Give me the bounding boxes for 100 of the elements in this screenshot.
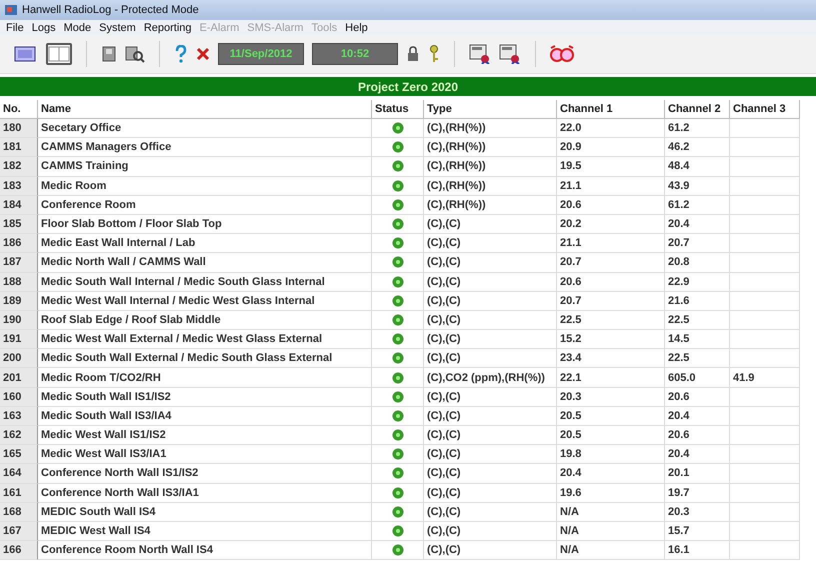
table-cell: Conference North Wall IS3/IA1 bbox=[38, 484, 372, 503]
column-header[interactable]: Channel 2 bbox=[665, 100, 730, 119]
table-cell: CAMMS Training bbox=[38, 157, 372, 177]
table-cell: 20.5 bbox=[557, 406, 665, 426]
status-icon bbox=[392, 544, 404, 556]
column-header[interactable]: Name bbox=[38, 100, 372, 119]
table-cell: Medic West Wall IS1/IS2 bbox=[38, 426, 372, 446]
column-header[interactable]: Channel 1 bbox=[557, 100, 665, 119]
menu-item[interactable]: Mode bbox=[64, 22, 92, 34]
close-icon[interactable] bbox=[196, 45, 210, 63]
table-cell: 20.6 bbox=[557, 272, 665, 292]
table-cell: 19.8 bbox=[557, 445, 665, 464]
row-number: 165 bbox=[0, 445, 38, 464]
status-icon bbox=[392, 294, 404, 307]
table-cell: Medic North Wall / CAMMS Wall bbox=[38, 253, 372, 272]
key-icon[interactable] bbox=[428, 45, 440, 63]
column-header[interactable]: No. bbox=[0, 100, 38, 119]
table-cell: (C),(C) bbox=[424, 234, 557, 254]
table-cell: 20.3 bbox=[557, 388, 665, 407]
menu-item[interactable]: System bbox=[99, 22, 136, 34]
table-cell bbox=[730, 138, 800, 158]
table-cell: 21.1 bbox=[557, 234, 665, 254]
table-cell: Conference North Wall IS1/IS2 bbox=[38, 464, 372, 484]
table-cell bbox=[730, 464, 800, 484]
status-icon bbox=[392, 180, 404, 192]
table-cell: (C),(C) bbox=[424, 522, 557, 542]
table-cell bbox=[730, 502, 800, 522]
window-title: Hanwell RadioLog - Protected Mode bbox=[22, 4, 199, 16]
padlock-icon[interactable] bbox=[406, 45, 420, 63]
table-cell: 43.9 bbox=[665, 176, 730, 196]
project-banner: Project Zero 2020 bbox=[0, 77, 816, 96]
table-cell: (C),(C) bbox=[424, 349, 557, 368]
row-number: 183 bbox=[0, 176, 38, 196]
row-number: 162 bbox=[0, 426, 38, 446]
save-icon[interactable] bbox=[101, 45, 117, 63]
table-cell: (C),(C) bbox=[424, 310, 557, 330]
column-header[interactable]: Type bbox=[424, 100, 557, 119]
status-icon bbox=[392, 314, 404, 326]
row-number: 188 bbox=[0, 272, 38, 292]
table-cell bbox=[730, 119, 800, 138]
status-icon bbox=[392, 276, 404, 288]
alarm-clock-icon[interactable] bbox=[550, 45, 574, 63]
help-icon[interactable] bbox=[174, 45, 188, 63]
table-cell: (C),(RH(%)) bbox=[424, 119, 557, 138]
status-icon bbox=[392, 448, 404, 460]
status-icon bbox=[392, 141, 404, 154]
document-ribbon-icon[interactable] bbox=[469, 44, 491, 64]
column-header[interactable]: Status bbox=[372, 100, 424, 119]
table-cell: Medic South Wall External / Medic South Glass External bbox=[38, 349, 372, 368]
status-icon bbox=[392, 525, 404, 538]
table-cell: 21.1 bbox=[557, 176, 665, 196]
menu-item[interactable]: Help bbox=[345, 22, 368, 34]
table-cell: CAMMS Managers Office bbox=[38, 138, 372, 158]
document-ribbon-icon[interactable] bbox=[499, 44, 521, 64]
menu-item[interactable]: File bbox=[6, 22, 24, 34]
table-cell: (C),(C) bbox=[424, 272, 557, 292]
row-number: 161 bbox=[0, 484, 38, 503]
row-number: 190 bbox=[0, 310, 38, 330]
row-number: 168 bbox=[0, 502, 38, 522]
table-cell: 22.5 bbox=[557, 310, 665, 330]
table-cell: (C),(C) bbox=[424, 292, 557, 311]
row-number: 185 bbox=[0, 214, 38, 234]
table-cell bbox=[730, 349, 800, 368]
table-cell: (C),(C) bbox=[424, 253, 557, 272]
date-display: 11/Sep/2012 bbox=[218, 43, 304, 65]
status-icon bbox=[392, 467, 404, 480]
menu-item[interactable]: Logs bbox=[32, 22, 56, 34]
table-cell: 22.0 bbox=[557, 119, 665, 138]
row-number: 163 bbox=[0, 406, 38, 426]
table-cell: MEDIC South Wall IS4 bbox=[38, 502, 372, 522]
table-cell: 20.5 bbox=[557, 426, 665, 446]
table-cell: N/A bbox=[557, 541, 665, 560]
table-cell: 20.8 bbox=[665, 253, 730, 272]
row-number: 182 bbox=[0, 157, 38, 177]
row-number: 166 bbox=[0, 541, 38, 560]
status-icon bbox=[392, 256, 404, 268]
table-cell: (C),(RH(%)) bbox=[424, 157, 557, 177]
table-cell: Medic West Wall Internal / Medic West Glass Internal bbox=[38, 292, 372, 311]
table-cell: Medic West Wall External / Medic West Glass External bbox=[38, 330, 372, 350]
table-cell: 20.4 bbox=[665, 406, 730, 426]
table-cell bbox=[730, 214, 800, 234]
table-cell: 20.1 bbox=[665, 464, 730, 484]
table-cell: (C),(RH(%)) bbox=[424, 176, 557, 196]
table-cell: 48.4 bbox=[665, 157, 730, 177]
table-cell: 20.9 bbox=[557, 138, 665, 158]
table-cell: 605.0 bbox=[665, 368, 730, 388]
table-cell: Roof Slab Edge / Roof Slab Middle bbox=[38, 310, 372, 330]
table-cell bbox=[730, 445, 800, 464]
table-cell: 61.2 bbox=[665, 119, 730, 138]
table-cell: (C),(C) bbox=[424, 388, 557, 407]
table-cell bbox=[730, 484, 800, 503]
menu-item[interactable]: Reporting bbox=[144, 22, 192, 34]
magnifier-icon[interactable] bbox=[125, 45, 145, 63]
row-number: 186 bbox=[0, 234, 38, 254]
table-cell: Medic East Wall Internal / Lab bbox=[38, 234, 372, 254]
table-cell: N/A bbox=[557, 522, 665, 542]
table-cell: 20.7 bbox=[665, 234, 730, 254]
status-icon bbox=[392, 410, 404, 422]
column-header[interactable]: Channel 3 bbox=[730, 100, 800, 119]
table-cell: 23.4 bbox=[557, 349, 665, 368]
